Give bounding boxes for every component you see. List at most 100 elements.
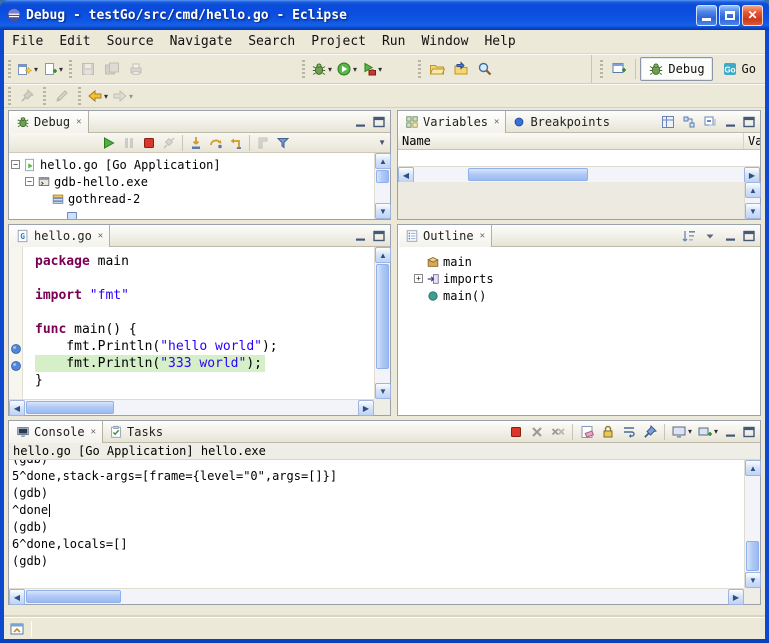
minimize-view-button[interactable]	[352, 113, 369, 130]
debug-launch-tree[interactable]: −hello.go [Go Application]−gdb-hello.exe…	[9, 153, 374, 219]
perspective-debug-button[interactable]: Debug	[640, 57, 712, 81]
menu-help[interactable]: Help	[476, 32, 523, 51]
tab-breakpoints[interactable]: Breakpoints	[506, 111, 615, 133]
open-folder-button[interactable]	[425, 57, 449, 81]
terminate-button[interactable]	[506, 423, 526, 441]
toolbar-grip[interactable]	[8, 87, 11, 105]
show-logical-structures-button[interactable]	[679, 113, 699, 131]
maximize-button[interactable]	[719, 5, 740, 26]
close-tab-icon[interactable]: ✕	[91, 427, 96, 437]
debug-vertical-scrollbar[interactable]: ▲ ▼	[374, 153, 390, 219]
scroll-up-button[interactable]: ▲	[745, 460, 761, 476]
last-edit-button[interactable]	[50, 84, 74, 108]
minimize-view-button[interactable]	[722, 423, 739, 440]
scroll-thumb[interactable]	[468, 168, 588, 181]
tree-item[interactable]: +imports	[412, 270, 760, 287]
scroll-up-button[interactable]: ▲	[745, 182, 761, 198]
scroll-thumb[interactable]	[746, 541, 759, 571]
scroll-right-button[interactable]: ▶	[358, 400, 374, 416]
scroll-thumb[interactable]	[376, 170, 389, 183]
outline-tree[interactable]: main+importsmain()	[398, 247, 760, 415]
scroll-right-button[interactable]: ▶	[728, 589, 744, 605]
close-button[interactable]: ✕	[742, 5, 763, 26]
scroll-up-button[interactable]: ▲	[375, 247, 391, 263]
code-editor[interactable]: package mainimport "fmt"func main() { fm…	[23, 247, 374, 399]
print-button[interactable]	[124, 57, 148, 81]
fast-view-button[interactable]	[8, 620, 25, 637]
close-tab-icon[interactable]: ✕	[98, 231, 103, 241]
maximize-view-button[interactable]	[740, 227, 757, 244]
menu-window[interactable]: Window	[413, 32, 476, 51]
tree-item[interactable]: main	[412, 253, 760, 270]
scroll-left-button[interactable]: ◀	[9, 589, 25, 605]
step-into-button[interactable]	[186, 134, 206, 152]
remove-launch-button[interactable]	[527, 423, 547, 441]
scroll-lock-button[interactable]	[598, 423, 618, 441]
minimize-view-button[interactable]	[722, 227, 739, 244]
open-perspective-button[interactable]	[607, 57, 631, 81]
maximize-view-button[interactable]	[370, 113, 387, 130]
console-horizontal-scrollbar[interactable]: ◀ ▶	[9, 588, 744, 604]
tree-expander-icon[interactable]: −	[25, 177, 34, 186]
scroll-up-button[interactable]: ▲	[375, 153, 391, 169]
menu-search[interactable]: Search	[240, 32, 303, 51]
variables-tree[interactable]	[398, 150, 760, 166]
close-tab-icon[interactable]: ✕	[494, 117, 499, 127]
maximize-view-button[interactable]	[370, 227, 387, 244]
step-filters-button[interactable]	[273, 134, 293, 152]
breakpoint-icon[interactable]	[10, 342, 22, 354]
scroll-thumb[interactable]	[376, 264, 389, 369]
editor-vertical-scrollbar[interactable]: ▲ ▼	[374, 247, 390, 399]
clear-console-button[interactable]	[577, 423, 597, 441]
scroll-right-button[interactable]: ▶	[744, 167, 760, 183]
menu-file[interactable]: File	[4, 32, 51, 51]
forward-button[interactable]: ▾	[110, 84, 135, 108]
view-menu-button[interactable]	[700, 227, 720, 245]
menu-navigate[interactable]: Navigate	[162, 32, 241, 51]
console-vertical-scrollbar[interactable]: ▲ ▼	[744, 460, 760, 588]
new-file-button[interactable]: ▾	[40, 57, 65, 81]
toolbar-grip[interactable]	[418, 60, 421, 78]
tab-console[interactable]: Console✕	[9, 421, 103, 443]
minimize-view-button[interactable]	[722, 113, 739, 130]
debug-bug-button[interactable]: ▾	[309, 57, 334, 81]
variables-horizontal-scrollbar[interactable]: ◀ ▶	[398, 166, 760, 182]
editor-marker-ruler[interactable]	[9, 247, 23, 399]
search-button[interactable]	[473, 57, 497, 81]
back-button[interactable]: ▾	[85, 84, 110, 108]
toolbar-grip[interactable]	[78, 87, 81, 105]
tab-tasks[interactable]: Tasks	[103, 421, 169, 443]
terminate-button[interactable]	[139, 134, 159, 152]
menu-run[interactable]: Run	[374, 32, 413, 51]
instruction-pointer-icon[interactable]	[10, 359, 22, 371]
run-button[interactable]: ▾	[334, 57, 359, 81]
show-type-names-button[interactable]	[658, 113, 678, 131]
console-output[interactable]: (gdb)5^done,stack-args=[frame={level="0"…	[9, 460, 744, 588]
tree-expander-icon[interactable]: −	[11, 160, 20, 169]
scroll-thumb[interactable]	[26, 401, 114, 414]
close-tab-icon[interactable]: ✕	[480, 231, 485, 241]
tree-item[interactable]: −gdb-hello.exe	[9, 173, 374, 190]
toolbar-grip[interactable]	[8, 60, 11, 78]
tree-item[interactable]: main()	[412, 287, 760, 304]
toolbar-grip[interactable]	[69, 60, 72, 78]
toolbar-grip[interactable]	[600, 60, 603, 78]
external-tools-button[interactable]: ▾	[359, 57, 384, 81]
display-console-button[interactable]: ▾	[669, 423, 694, 441]
titlebar[interactable]: Debug - testGo/src/cmd/hello.go - Eclips…	[0, 0, 769, 30]
step-over-button[interactable]	[206, 134, 226, 152]
remove-all-launches-button[interactable]	[548, 423, 568, 441]
pin-editor-button[interactable]	[15, 84, 39, 108]
column-header-value[interactable]: Value	[744, 133, 760, 149]
resume-button[interactable]	[99, 134, 119, 152]
tree-expander-icon[interactable]: +	[414, 274, 423, 283]
step-return-button[interactable]	[226, 134, 246, 152]
tab-variables[interactable]: Variables✕	[398, 111, 506, 133]
save-all-button[interactable]	[100, 57, 124, 81]
menu-edit[interactable]: Edit	[51, 32, 98, 51]
close-tab-icon[interactable]: ✕	[76, 117, 81, 127]
suspend-button[interactable]	[119, 134, 139, 152]
tab-debug[interactable]: Debug✕	[9, 111, 89, 133]
scroll-down-button[interactable]: ▼	[745, 572, 761, 588]
minimize-view-button[interactable]	[352, 227, 369, 244]
